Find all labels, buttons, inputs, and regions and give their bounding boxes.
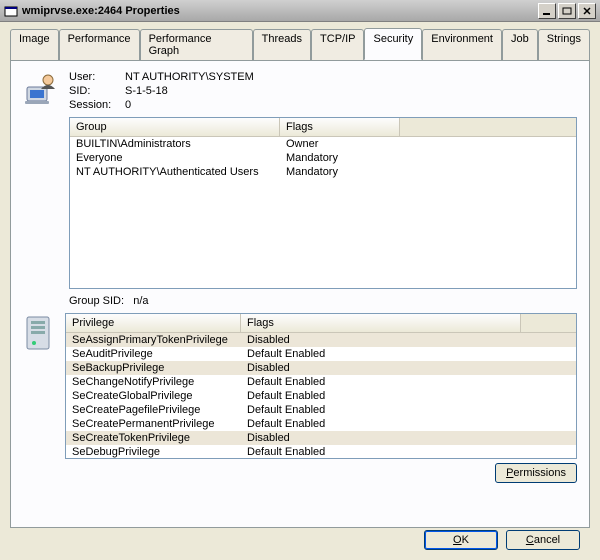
groups-header: Group Flags <box>70 118 576 137</box>
group-name: Everyone <box>70 151 280 165</box>
privilege-name: SeChangeNotifyPrivilege <box>66 375 241 389</box>
tab-tcpip[interactable]: TCP/IP <box>311 29 364 60</box>
tab-job[interactable]: Job <box>502 29 538 60</box>
priv-col-privilege[interactable]: Privilege <box>66 314 241 332</box>
minimize-button[interactable] <box>538 3 556 19</box>
group-row[interactable]: NT AUTHORITY\Authenticated UsersMandator… <box>70 165 576 179</box>
privileges-listview[interactable]: Privilege Flags SeAssignPrimaryTokenPriv… <box>65 313 577 459</box>
group-flags: Mandatory <box>280 151 400 165</box>
privilege-flags: Default Enabled <box>241 347 521 361</box>
privilege-row[interactable]: SeChangeNotifyPrivilegeDefault Enabled <box>66 375 576 389</box>
privilege-flags: Default Enabled <box>241 403 521 417</box>
server-icon <box>23 313 57 353</box>
titlebar[interactable]: wmiprvse.exe:2464 Properties <box>0 0 600 22</box>
privilege-name: SeCreatePagefilePrivilege <box>66 403 241 417</box>
privilege-flags: Disabled <box>241 431 521 445</box>
ok-button[interactable]: OK <box>424 530 498 550</box>
group-name: NT AUTHORITY\Authenticated Users <box>70 165 280 179</box>
groups-col-group[interactable]: Group <box>70 118 280 136</box>
group-sid-row: Group SID: n/a <box>69 295 577 307</box>
dialog-buttons: OK Cancel <box>424 530 580 550</box>
group-sid-label: Group SID: <box>69 295 124 307</box>
user-label: User: <box>69 71 119 83</box>
privilege-flags: Default Enabled <box>241 445 521 459</box>
identity-fields: User: NT AUTHORITY\SYSTEM SID: S-1-5-18 … <box>69 71 254 111</box>
tab-strip: Image Performance Performance Graph Thre… <box>10 29 590 61</box>
privilege-flags: Disabled <box>241 333 521 347</box>
groups-col-flags[interactable]: Flags <box>280 118 400 136</box>
security-panel: User: NT AUTHORITY\SYSTEM SID: S-1-5-18 … <box>10 60 590 528</box>
group-row[interactable]: EveryoneMandatory <box>70 151 576 165</box>
tab-security[interactable]: Security <box>364 28 422 60</box>
group-name: BUILTIN\Administrators <box>70 137 280 151</box>
computer-user-icon <box>23 71 59 107</box>
privilege-name: SeDebugPrivilege <box>66 445 241 459</box>
privilege-name: SeBackupPrivilege <box>66 361 241 375</box>
close-button[interactable] <box>578 3 596 19</box>
permissions-button[interactable]: Permissions <box>495 463 577 483</box>
group-flags: Owner <box>280 137 400 151</box>
sid-label: SID: <box>69 85 119 97</box>
privilege-row[interactable]: SeCreateGlobalPrivilegeDefault Enabled <box>66 389 576 403</box>
app-icon <box>4 4 18 18</box>
session-label: Session: <box>69 99 119 111</box>
tab-environment[interactable]: Environment <box>422 29 502 60</box>
privilege-name: SeCreateGlobalPrivilege <box>66 389 241 403</box>
privilege-row[interactable]: SeBackupPrivilegeDisabled <box>66 361 576 375</box>
privileges-header: Privilege Flags <box>66 314 576 333</box>
privilege-name: SeCreateTokenPrivilege <box>66 431 241 445</box>
window-controls <box>538 3 596 19</box>
maximize-button[interactable] <box>558 3 576 19</box>
session-value: 0 <box>125 99 254 111</box>
privilege-name: SeAssignPrimaryTokenPrivilege <box>66 333 241 347</box>
priv-col-flags[interactable]: Flags <box>241 314 521 332</box>
privilege-row[interactable]: SeDebugPrivilegeDefault Enabled <box>66 445 576 459</box>
sid-value: S-1-5-18 <box>125 85 254 97</box>
privilege-name: SeCreatePermanentPrivilege <box>66 417 241 431</box>
tab-performance[interactable]: Performance <box>59 29 140 60</box>
tab-strings[interactable]: Strings <box>538 29 590 60</box>
privilege-row[interactable]: SeCreatePermanentPrivilegeDefault Enable… <box>66 417 576 431</box>
privilege-row[interactable]: SeAssignPrimaryTokenPrivilegeDisabled <box>66 333 576 347</box>
privilege-flags: Default Enabled <box>241 389 521 403</box>
groups-listview[interactable]: Group Flags BUILTIN\AdministratorsOwnerE… <box>69 117 577 289</box>
user-value: NT AUTHORITY\SYSTEM <box>125 71 254 83</box>
tab-performance-graph[interactable]: Performance Graph <box>140 29 253 60</box>
cancel-button[interactable]: Cancel <box>506 530 580 550</box>
privilege-row[interactable]: SeCreatePagefilePrivilegeDefault Enabled <box>66 403 576 417</box>
privilege-flags: Disabled <box>241 361 521 375</box>
group-sid-value: n/a <box>133 295 148 307</box>
group-row[interactable]: BUILTIN\AdministratorsOwner <box>70 137 576 151</box>
tab-threads[interactable]: Threads <box>253 29 311 60</box>
window-title: wmiprvse.exe:2464 Properties <box>22 5 538 17</box>
privilege-flags: Default Enabled <box>241 417 521 431</box>
privilege-row[interactable]: SeCreateTokenPrivilegeDisabled <box>66 431 576 445</box>
privilege-flags: Default Enabled <box>241 375 521 389</box>
group-flags: Mandatory <box>280 165 400 179</box>
privilege-row[interactable]: SeAuditPrivilegeDefault Enabled <box>66 347 576 361</box>
privilege-name: SeAuditPrivilege <box>66 347 241 361</box>
tab-image[interactable]: Image <box>10 29 59 60</box>
